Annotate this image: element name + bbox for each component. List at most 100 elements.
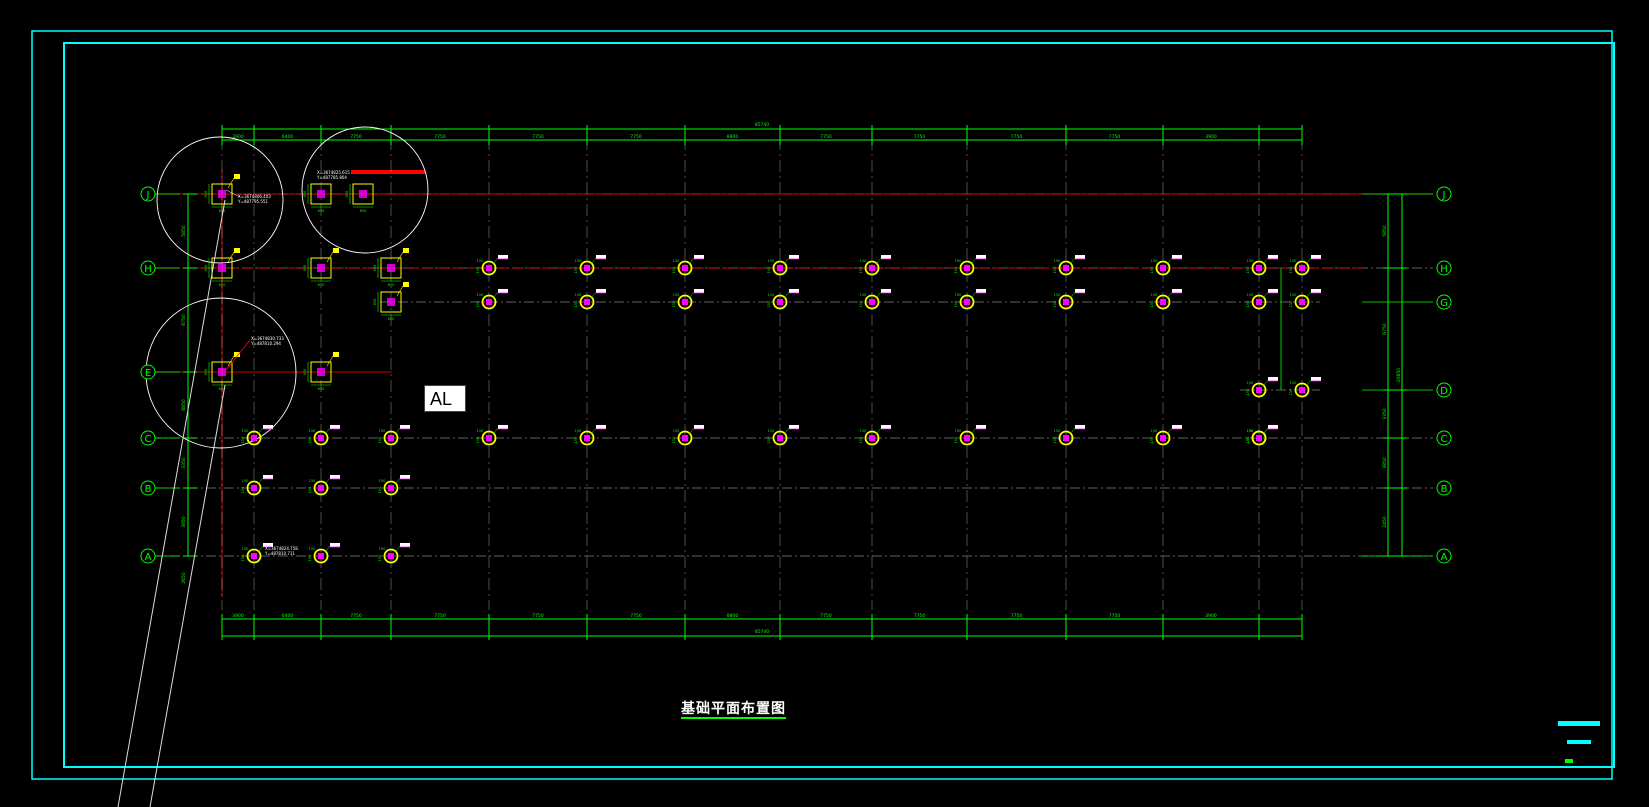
- pile-column: [1256, 299, 1262, 305]
- pile-label: 150: [379, 479, 386, 483]
- pile-label: 150: [574, 437, 578, 444]
- pile-tag: [498, 289, 508, 293]
- dim-left-label: 5850: [181, 225, 187, 237]
- pile-column: [682, 265, 688, 271]
- pile-tag: [694, 255, 704, 259]
- title-block-line-3: [1565, 759, 1573, 763]
- cursor-tooltip: AL: [424, 385, 466, 412]
- pile-label: 150: [767, 301, 771, 308]
- pile-column: [1299, 265, 1305, 271]
- axis-bubble-label: A: [1441, 552, 1448, 563]
- square-footing-dim-label: 650: [345, 191, 349, 198]
- axis-bubble-label: H: [144, 264, 152, 275]
- pile-column: [388, 553, 394, 559]
- pile-label: 150: [954, 267, 958, 274]
- pile-column: [584, 299, 590, 305]
- pile-column: [869, 265, 875, 271]
- dim-right-label: 5850: [1382, 225, 1388, 237]
- dim-top-label: 7750: [1011, 134, 1023, 140]
- pile-label: 150: [1054, 293, 1061, 297]
- pile-column: [388, 435, 394, 441]
- dim-right-label: 6750: [1382, 323, 1388, 335]
- dim-bottom-label: 7750: [820, 613, 832, 619]
- dim-bottom-label: 7750: [350, 613, 362, 619]
- pile-column: [1256, 435, 1262, 441]
- pile-label: 150: [242, 429, 249, 433]
- pile-label: 150: [1247, 293, 1254, 297]
- dim-top-label: 3900: [1205, 134, 1217, 140]
- pile-tag: [1075, 255, 1085, 259]
- pile-label: 150: [1290, 259, 1297, 263]
- pile-column: [251, 435, 257, 441]
- square-footing-dim-label: 650: [204, 191, 208, 198]
- pile-tag: [1075, 425, 1085, 429]
- pile-label: 150: [477, 293, 484, 297]
- pile-label: 150: [673, 259, 680, 263]
- pile-column: [318, 553, 324, 559]
- cad-drawing-canvas[interactable]: 85740 85740 3900 3900 6400 6400 7750 7750 7750 77…: [0, 0, 1649, 807]
- pile-label: 150: [1054, 259, 1061, 263]
- pile-column: [388, 485, 394, 491]
- coordinate-text: Y=487810.294: [250, 341, 281, 346]
- pile-label: 150: [859, 267, 863, 274]
- square-footing-column: [317, 368, 325, 376]
- pile-label: 150: [308, 437, 312, 444]
- pile-column: [251, 485, 257, 491]
- pile-label: 150: [1247, 381, 1254, 385]
- pile-label: 150: [379, 547, 386, 551]
- dim-bottom-label: 7750: [1109, 613, 1121, 619]
- square-footing-dim-label: 650: [303, 265, 307, 272]
- pile-tag: [881, 255, 891, 259]
- pile-label: 150: [1150, 301, 1154, 308]
- axis-bubble-label: C: [1441, 434, 1448, 445]
- pile-label: 150: [575, 293, 582, 297]
- square-footing-dim-label: 650: [219, 209, 226, 213]
- pile-label: 150: [1151, 293, 1158, 297]
- square-footing-column: [387, 264, 395, 272]
- dim-top-label: 7750: [350, 134, 362, 140]
- pile-label: 150: [378, 555, 382, 562]
- dim-right-label: 3850: [1382, 457, 1388, 469]
- pile-column: [964, 435, 970, 441]
- title-block-line-2: [1567, 740, 1591, 744]
- pile-label: 150: [574, 301, 578, 308]
- square-footing-dim-label: 650: [303, 369, 307, 376]
- pile-tag: [596, 425, 606, 429]
- pile-tag: [694, 425, 704, 429]
- pile-label: 150: [955, 429, 962, 433]
- pile-column: [777, 435, 783, 441]
- pile-tag: [1172, 425, 1182, 429]
- pile-label: 150: [768, 429, 775, 433]
- pile-label: 150: [574, 267, 578, 274]
- dim-left-label: 3350: [181, 457, 187, 469]
- dim-bottom-label: 7750: [1011, 613, 1023, 619]
- dim-top-label: 7750: [1109, 134, 1121, 140]
- square-footing-dim-label: 650: [318, 209, 325, 213]
- pile-tag: [596, 255, 606, 259]
- pile-label: 150: [1150, 267, 1154, 274]
- dim-top-label: 3900: [232, 134, 244, 140]
- pile-column: [1160, 265, 1166, 271]
- pile-column: [318, 435, 324, 441]
- pile-tag: [498, 425, 508, 429]
- axis-bubble-label: D: [1440, 386, 1448, 397]
- pile-label: 150: [1247, 259, 1254, 263]
- axis-bubble-label: A: [145, 552, 152, 563]
- pile-tag: [400, 425, 410, 429]
- pile-label: 150: [673, 429, 680, 433]
- pile-tag: [330, 425, 340, 429]
- dim-total-top-label: 85740: [755, 122, 769, 128]
- square-footing-column: [218, 368, 226, 376]
- pile-label: 150: [1246, 267, 1250, 274]
- pile-tag: [1311, 289, 1321, 293]
- pile-label: 150: [241, 437, 245, 444]
- dim-bottom-label: 7750: [532, 613, 544, 619]
- pile-label: 150: [1247, 429, 1254, 433]
- pile-label: 150: [955, 293, 962, 297]
- pile-tag: [789, 255, 799, 259]
- dim-left-label: 2650: [181, 572, 187, 584]
- pile-label: 150: [1246, 389, 1250, 396]
- pile-column: [682, 435, 688, 441]
- pile-tag: [789, 289, 799, 293]
- square-footing-flag: [234, 248, 240, 253]
